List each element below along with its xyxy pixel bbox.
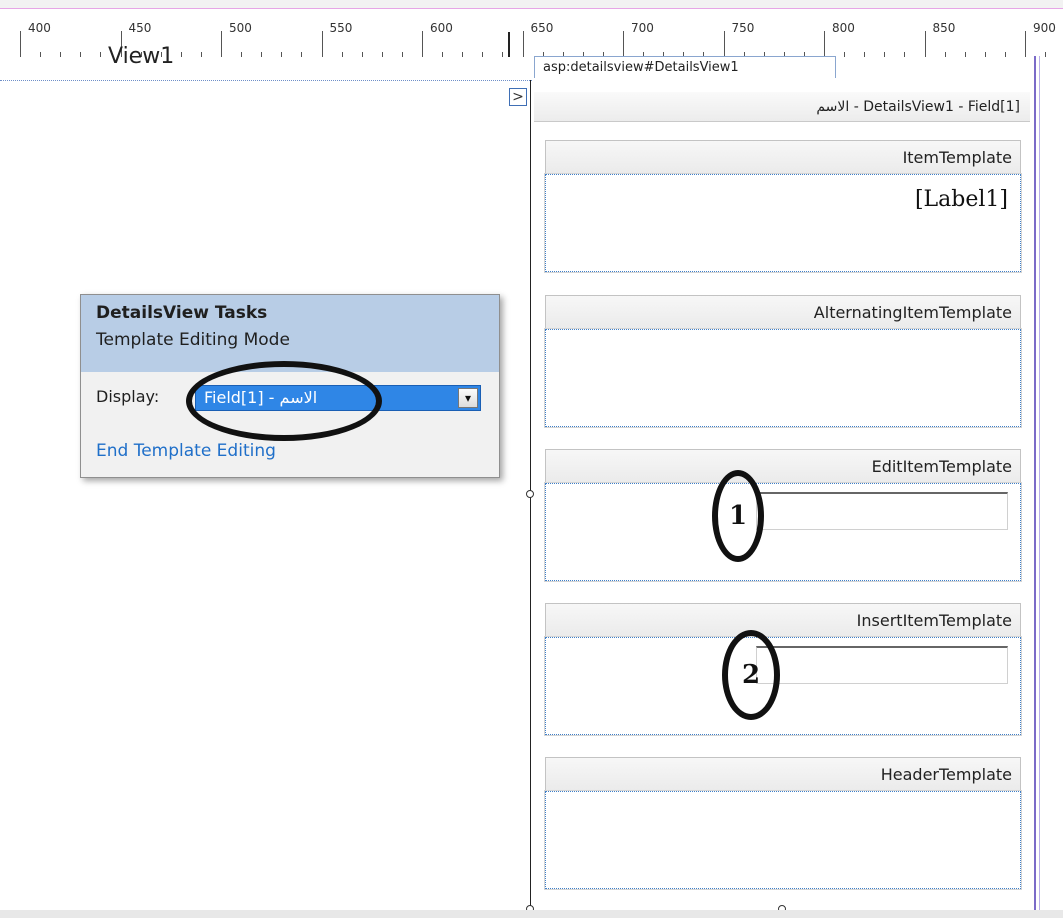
ruler-tick (723, 31, 725, 57)
ruler-tick (381, 52, 383, 57)
editor-top-bar (0, 0, 1063, 8)
tasks-panel-mode: Template Editing Mode (96, 330, 290, 350)
ruler-tick (301, 52, 303, 57)
ruler-label: 900 (1033, 21, 1056, 35)
annotation-circle-1: 1 (712, 470, 764, 562)
ruler-tick (502, 52, 504, 57)
ruler-label: 400 (28, 21, 51, 35)
template-edit-item: EditItemTemplate (544, 449, 1022, 582)
ruler-tick (221, 31, 222, 57)
textbox-control[interactable] (756, 492, 1008, 530)
ruler-label: 550 (329, 21, 353, 35)
ruler-label: 500 (229, 21, 252, 35)
template-alternating-item: AlternatingItemTemplate (544, 295, 1022, 428)
ruler-tick (522, 31, 524, 57)
ruler-tick (462, 52, 464, 57)
ruler-label: 850 (932, 21, 956, 35)
end-template-editing-link[interactable]: End Template Editing (96, 441, 276, 461)
ruler-tick (401, 52, 403, 57)
template-title: HeaderTemplate (545, 757, 1021, 791)
ruler-tick (261, 52, 263, 57)
template-title: ItemTemplate (545, 140, 1021, 174)
ruler-tick (824, 31, 825, 57)
ruler-tick (361, 52, 363, 57)
ruler-tick (1025, 31, 1026, 57)
template-body[interactable] (544, 328, 1022, 428)
template-title: AlternatingItemTemplate (545, 295, 1021, 329)
template-item: ItemTemplate [Label1] (544, 140, 1022, 273)
ruler-tick (60, 52, 62, 57)
ruler-tick (100, 52, 102, 57)
template-body[interactable] (544, 790, 1022, 890)
template-title: InsertItemTemplate (545, 603, 1021, 637)
ruler-tick (200, 52, 202, 57)
ruler-tick (341, 52, 343, 57)
smart-tag-button[interactable]: > (509, 88, 527, 106)
ruler-tick (924, 31, 926, 57)
right-guide-line (1034, 56, 1036, 910)
ruler-tick (20, 31, 21, 57)
ruler-tick (80, 52, 82, 57)
right-guide-line-secondary (1039, 56, 1040, 910)
ruler-label: 450 (128, 21, 152, 35)
ruler-tick (442, 52, 444, 57)
details-view-header: DetailsView1 - Field[1] - الاسم (534, 92, 1030, 122)
ruler-tick (180, 52, 182, 57)
details-view-header-text: DetailsView1 - Field[1] - الاسم (816, 99, 1020, 115)
ruler-tick (904, 52, 906, 57)
ruler-label: 700 (631, 21, 654, 35)
template-insert-item: InsertItemTemplate (544, 603, 1022, 736)
ruler-label: 750 (731, 21, 755, 35)
ruler-position-marker (508, 32, 510, 57)
ruler-tick (984, 52, 986, 57)
editor-bottom-bar (0, 910, 1063, 918)
textbox-control[interactable] (756, 646, 1008, 684)
ruler-tick (944, 52, 946, 57)
ruler-tick (281, 52, 283, 57)
ruler-tick (1004, 52, 1006, 57)
display-label: Display: (96, 387, 160, 406)
ruler-tick (964, 52, 966, 57)
template-header: HeaderTemplate (544, 757, 1022, 890)
template-body[interactable] (544, 636, 1022, 736)
template-body[interactable] (544, 482, 1022, 582)
ruler-tick (422, 31, 423, 57)
chevron-down-icon[interactable]: ▾ (458, 388, 478, 408)
ruler-label: 600 (430, 21, 453, 35)
template-body[interactable]: [Label1] (544, 173, 1022, 273)
ruler-tick (864, 52, 866, 57)
view-caption: View1 (108, 44, 175, 69)
ruler-tick (623, 31, 624, 57)
template-title: EditItemTemplate (545, 449, 1021, 483)
annotation-circle-display (186, 361, 382, 441)
control-tab[interactable]: asp:detailsview#DetailsView1 (534, 56, 836, 78)
ruler-label: 800 (832, 21, 855, 35)
ruler-tick (884, 52, 886, 57)
ruler-tick (241, 52, 243, 57)
ruler-label: 650 (530, 21, 554, 35)
ruler-tick (40, 52, 42, 57)
ruler-tick (482, 52, 484, 57)
tasks-panel-title: DetailsView Tasks (96, 303, 268, 323)
resize-handle-left[interactable] (526, 490, 534, 498)
view-boundary-line (0, 80, 532, 81)
label-control[interactable]: [Label1] (915, 187, 1008, 212)
ruler-tick (321, 31, 323, 57)
annotation-circle-2: 2 (722, 630, 780, 720)
ruler-tick (1045, 52, 1047, 57)
ruler-tick (844, 52, 846, 57)
